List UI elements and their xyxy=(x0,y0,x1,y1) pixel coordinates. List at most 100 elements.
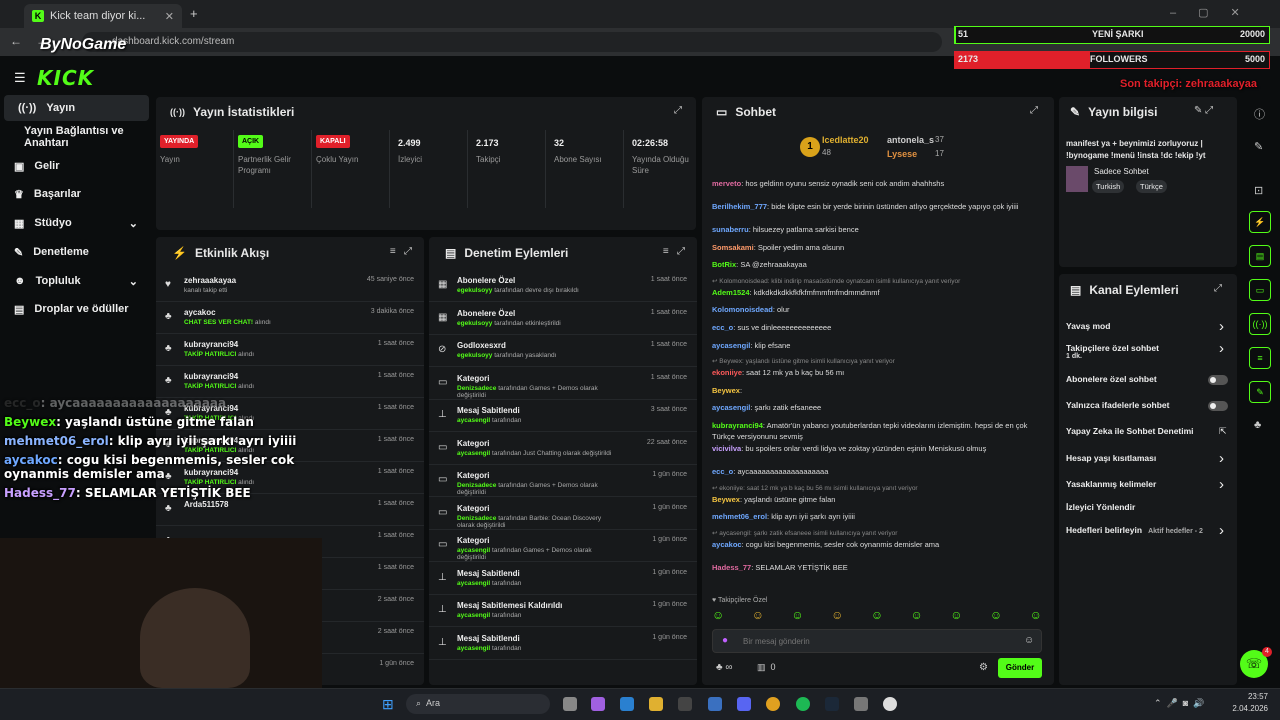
copilot-icon[interactable] xyxy=(591,697,605,711)
expand-icon[interactable]: ⤢ xyxy=(1214,283,1222,294)
new-tab-icon[interactable]: + xyxy=(190,6,198,21)
chat-text: : SELAMLAR YETİŞTİK BEE xyxy=(751,562,848,572)
channel-action-item[interactable]: Yavaş mod xyxy=(1066,321,1236,331)
rail-list-button[interactable]: ≡ xyxy=(1249,347,1271,369)
expand-icon[interactable]: ⤢ xyxy=(1030,105,1038,116)
info-icon[interactable]: ⓘ xyxy=(1254,106,1265,122)
send-button[interactable]: Gönder xyxy=(998,658,1042,678)
emote-bar[interactable]: ☺ ☺ ☺ ☺ ☺ ☺ ☺ ☺ ☺ xyxy=(712,608,1042,626)
activity-user[interactable]: zehraaakayaa xyxy=(184,276,236,285)
chat-message: vicivilva: bu spoilers onlar verdi lidya… xyxy=(712,443,1042,454)
chat-text: : kdkdkdkdkkfkfkfmfmmfmfmdmmdmmf xyxy=(749,287,880,297)
explorer-icon[interactable] xyxy=(649,697,663,711)
steam-icon[interactable] xyxy=(825,697,839,711)
sidebar-item-denetleme[interactable]: ✎ Denetleme xyxy=(0,239,150,265)
chat-username[interactable]: Somsakami xyxy=(712,243,754,252)
channel-action-item[interactable]: Yapay Zeka ile Sohbet Denetimi xyxy=(1066,426,1236,436)
chat-settings-icon[interactable]: ⚙ xyxy=(979,662,988,673)
chat-username[interactable]: merveto xyxy=(712,179,741,188)
chat-username[interactable]: Beywex xyxy=(712,386,740,395)
moderation-detail: aycasengil tarafından xyxy=(457,612,522,619)
filter-icon[interactable]: ≡ ⤢ xyxy=(663,246,685,257)
chat-username[interactable]: ekoniiye xyxy=(712,368,742,377)
external-link-icon[interactable]: ⇱ xyxy=(1219,426,1227,437)
chevron-right-icon[interactable]: › xyxy=(1219,340,1224,357)
chrome-icon[interactable] xyxy=(766,697,780,711)
expand-icon[interactable]: ⤢ xyxy=(674,105,682,116)
mail-icon[interactable] xyxy=(708,697,722,711)
sidebar-item-topluluk[interactable]: ☻ Topluluk ⌄ xyxy=(0,268,150,294)
rail-broadcast-button[interactable]: ((·)) xyxy=(1249,313,1271,335)
chat-username[interactable]: Kolomonoisdead xyxy=(712,305,773,314)
app-icon[interactable] xyxy=(854,697,868,711)
sidebar-item-droplar[interactable]: ▤ Droplar ve ödüller xyxy=(0,296,150,322)
window-controls[interactable]: –▢✕ xyxy=(1170,6,1262,19)
emoji-icon[interactable]: ☺ xyxy=(1024,635,1034,646)
chevron-right-icon[interactable]: › xyxy=(1219,476,1224,493)
chat-username[interactable]: Beywex xyxy=(712,495,740,504)
rail-doc-button[interactable]: ▤ xyxy=(1249,245,1271,267)
toggle-switch[interactable] xyxy=(1208,401,1228,411)
chat-username[interactable]: aycakoc xyxy=(712,540,742,549)
followers-goal-current: 2173 xyxy=(958,54,979,64)
chat-username[interactable]: vicivilva xyxy=(712,444,741,453)
gift-count: ▥ 0 xyxy=(757,662,776,672)
chat-username[interactable]: kubrayranci94 xyxy=(712,421,763,430)
chevron-right-icon[interactable]: › xyxy=(1219,450,1224,467)
sidebar-item-stream-key[interactable]: Yayın Bağlantısı ve Anahtarı xyxy=(0,124,150,150)
chat-input[interactable] xyxy=(712,629,1042,653)
menu-icon[interactable]: ☰ xyxy=(14,70,26,86)
edge-icon[interactable] xyxy=(620,697,634,711)
channel-action-item[interactable]: İzleyici Yönlendir xyxy=(1066,502,1236,512)
back-icon[interactable]: ← xyxy=(10,34,22,48)
task-view-icon[interactable] xyxy=(563,697,577,711)
list-icon: ▤ xyxy=(1070,283,1082,297)
chevron-right-icon[interactable]: › xyxy=(1219,522,1224,539)
sidebar-item-studyo[interactable]: ▦ Stüdyo ⌄ xyxy=(0,210,150,236)
activity-user[interactable]: aycakoc xyxy=(184,308,216,317)
tab-close-icon[interactable]: ✕ xyxy=(165,10,174,23)
sidebar-item-gelir[interactable]: ▣ Gelir xyxy=(0,153,150,179)
store-icon[interactable] xyxy=(678,697,692,711)
edit-icon[interactable]: ✎ ⤢ xyxy=(1194,105,1213,116)
points-icon[interactable]: ♣ ∞ xyxy=(716,662,732,673)
activity-user[interactable]: kubrayranci94 xyxy=(184,372,238,381)
taskbar-search[interactable]: ⌕ Ara xyxy=(406,694,550,714)
chevron-right-icon[interactable]: › xyxy=(1219,318,1224,335)
channel-action-item[interactable]: Hedefleri belirleyin Aktif hedefler - 2 xyxy=(1066,525,1236,535)
capture-icon[interactable]: ⊡ xyxy=(1254,184,1263,197)
sidebar-item-basarilar[interactable]: ♛ Başarılar xyxy=(0,181,150,207)
chat-username[interactable]: BotRix xyxy=(712,260,736,269)
pencil-icon[interactable]: ✎ xyxy=(1254,140,1263,153)
obs-icon[interactable] xyxy=(883,697,897,711)
chat-username[interactable]: Berilhekim_777 xyxy=(712,202,767,211)
discord-icon[interactable] xyxy=(737,697,751,711)
chat-username[interactable]: Hadess_77 xyxy=(712,563,751,572)
channel-action-item[interactable]: Yasaklanmış kelimeler xyxy=(1066,479,1236,489)
activity-user[interactable]: kubrayranci94 xyxy=(184,340,238,349)
tray-icons[interactable]: ⌃ 🎤 ◙ 🔊 xyxy=(1154,698,1204,709)
rail-bolt-button[interactable]: ⚡ xyxy=(1249,211,1271,233)
url-field[interactable]: dashboard.kick.com/stream xyxy=(82,32,942,52)
mic-icon[interactable]: ● xyxy=(722,635,728,646)
chat-username[interactable]: ecc_o xyxy=(712,467,733,476)
channel-action-item[interactable]: Takipçilere özel sohbet 1 dk. xyxy=(1066,343,1236,360)
chat-username[interactable]: sunaberru xyxy=(712,225,749,234)
filter-icon[interactable]: ≡ ⤢ xyxy=(390,246,412,257)
chat-username[interactable]: mehmet06_erol xyxy=(712,512,767,521)
browser-tab[interactable]: K Kick team diyor ki... ✕ xyxy=(24,4,182,28)
rail-chat-button[interactable]: ▭ xyxy=(1249,279,1271,301)
rail-wrench-button[interactable]: ✎ xyxy=(1249,381,1271,403)
sidebar-item-yayin[interactable]: ((·)) Yayın xyxy=(4,95,149,121)
windows-start-icon[interactable]: ⊞ xyxy=(382,696,394,713)
spotify-icon[interactable] xyxy=(796,697,810,711)
channel-action-item[interactable]: Hesap yaşı kısıtlaması xyxy=(1066,453,1236,463)
toggle-switch[interactable] xyxy=(1208,375,1228,385)
kick-logo[interactable]: KICK xyxy=(37,66,94,90)
top-gifter-3: Lysese xyxy=(887,149,918,159)
chat-username[interactable]: ecc_o xyxy=(712,323,733,332)
community-icon[interactable]: ♣ xyxy=(1254,419,1261,431)
chat-username[interactable]: aycasengil xyxy=(712,341,750,350)
chat-username[interactable]: Adem1524 xyxy=(712,288,750,297)
chat-username[interactable]: aycasengil xyxy=(712,403,750,412)
